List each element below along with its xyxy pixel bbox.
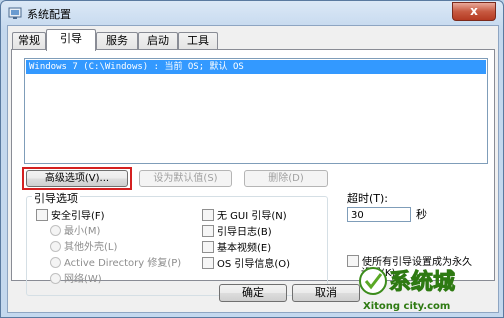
base-video-checkbox[interactable]: 基本视频(E) (202, 241, 271, 255)
boot-tab-panel: Windows 7 (C:\Windows) : 当前 OS; 默认 OS 高级… (11, 49, 495, 296)
os-list-item[interactable]: Windows 7 (C:\Windows) : 当前 OS; 默认 OS (26, 60, 486, 74)
boot-log-checkbox[interactable]: 引导日志(B) (202, 225, 272, 239)
radio-button (50, 273, 61, 284)
os-boot-info-checkbox[interactable]: OS 引导信息(O) (202, 257, 290, 271)
set-default-button[interactable]: 设为默认值(S) (139, 170, 232, 187)
checkbox-box (202, 209, 214, 221)
checkbox-box (347, 255, 359, 267)
window-title: 系统配置 (27, 8, 71, 21)
watermark-domain: Xitong city.com (363, 301, 450, 312)
title-bar[interactable]: 系统配置 x (1, 1, 503, 25)
system-config-window: 系统配置 x 常规 引导 服务 启动 工具 Windows 7 (C:\Wind… (0, 0, 504, 318)
timeout-unit: 秒 (416, 208, 427, 221)
tab-services[interactable]: 服务 (96, 32, 138, 50)
site-watermark-logo: 系统城 Xitong city.com (359, 259, 479, 315)
tab-general[interactable]: 常规 (12, 32, 46, 50)
alternate-shell-radio[interactable]: 其他外壳(L) (50, 241, 117, 254)
delete-button[interactable]: 删除(D) (244, 170, 328, 187)
boot-options-title: 引导选项 (32, 190, 80, 206)
boot-os-list[interactable]: Windows 7 (C:\Windows) : 当前 OS; 默认 OS (24, 58, 488, 164)
tab-tools[interactable]: 工具 (178, 32, 218, 50)
tab-boot[interactable]: 引导 (46, 29, 96, 51)
close-button[interactable]: x (452, 2, 496, 21)
checkbox-box (202, 241, 214, 253)
watermark-graphic: 系统城 Xitong city.com (359, 267, 456, 312)
timeout-input[interactable]: 30 (347, 207, 411, 222)
radio-button (50, 241, 61, 252)
no-gui-boot-checkbox[interactable]: 无 GUI 引导(N) (202, 209, 287, 223)
radio-button (50, 257, 61, 268)
minimal-radio[interactable]: 最小(M) (50, 225, 100, 238)
safe-boot-checkbox[interactable]: 安全引导(F) (36, 209, 105, 223)
timeout-label: 超时(T): (347, 192, 389, 205)
network-radio[interactable]: 网络(W) (50, 273, 102, 286)
checkbox-box (202, 225, 214, 237)
checkbox-box (202, 257, 214, 269)
cancel-button[interactable]: 取消 (292, 284, 360, 302)
watermark-brand: 系统城 (389, 269, 455, 295)
checkbox-box (36, 209, 48, 221)
radio-button (50, 225, 61, 236)
system-config-icon (8, 7, 22, 19)
active-directory-repair-radio[interactable]: Active Directory 修复(P) (50, 257, 181, 270)
red-highlight-box (22, 167, 132, 190)
close-icon: x (470, 4, 478, 18)
ok-button[interactable]: 确定 (219, 284, 287, 302)
tab-startup[interactable]: 启动 (138, 32, 178, 50)
